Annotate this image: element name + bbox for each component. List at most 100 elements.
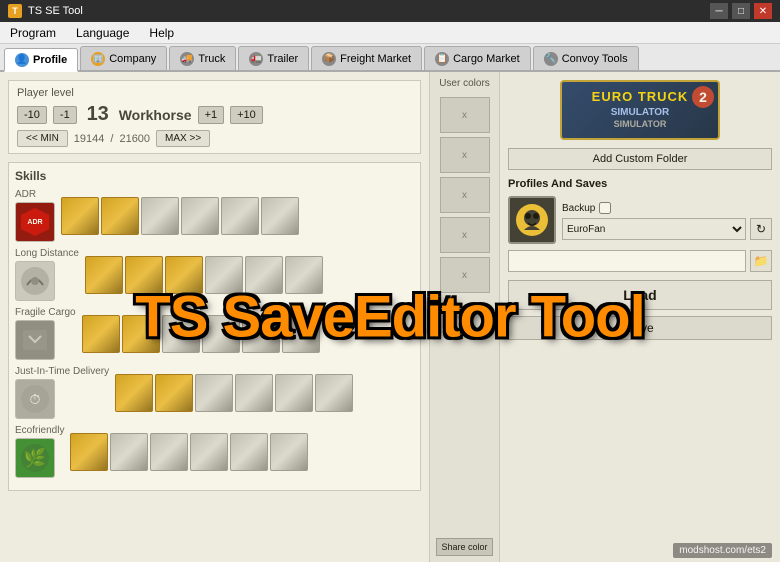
- skill-block: [115, 374, 153, 412]
- profiles-title: Profiles And Saves: [508, 178, 772, 190]
- skill-icon-adr: ADR: [15, 202, 55, 242]
- refresh-button[interactable]: ↻: [750, 218, 772, 240]
- skill-block: [245, 256, 283, 294]
- tab-freight[interactable]: 📦 Freight Market: [311, 46, 422, 70]
- skill-block: [242, 315, 280, 353]
- tab-company-label: Company: [109, 53, 156, 65]
- profile-info: Backup EuroFan ↻: [562, 200, 772, 240]
- skill-blocks-jit-delivery: [115, 374, 353, 412]
- menu-help[interactable]: Help: [145, 24, 178, 42]
- skill-blocks-adr: [61, 197, 299, 235]
- svg-text:⏱: ⏱: [30, 391, 41, 407]
- min-button[interactable]: << MIN: [17, 130, 68, 147]
- color-swatch-1[interactable]: x: [440, 97, 490, 133]
- skill-row-jit-delivery: Just-In-Time Delivery ⏱: [15, 366, 414, 419]
- level-title: Workhorse: [119, 107, 192, 123]
- skill-blocks-long-distance: [85, 256, 323, 294]
- level-display: 13: [83, 103, 113, 126]
- user-colors-panel: User colors x x x x x Share color: [430, 72, 500, 562]
- skill-row-fragile-cargo: Fragile Cargo: [15, 307, 414, 360]
- ets2-line3: SIMULATOR: [592, 119, 689, 131]
- skill-icon-fragile-cargo: [15, 320, 55, 360]
- profile-tab-icon: 👤: [15, 53, 29, 67]
- user-colors-title: User colors: [439, 78, 490, 89]
- ets2-version-badge: 2: [692, 86, 714, 108]
- tab-freight-label: Freight Market: [340, 53, 411, 65]
- tab-company[interactable]: 🏢 Company: [80, 46, 167, 70]
- skill-block: [85, 256, 123, 294]
- xp-separator: /: [110, 133, 113, 145]
- color-swatch-2[interactable]: x: [440, 137, 490, 173]
- level-plus-ten-button[interactable]: +10: [230, 106, 263, 124]
- color-swatch-5[interactable]: x: [440, 257, 490, 293]
- save-button[interactable]: Save: [508, 316, 772, 340]
- skill-icon-jit-delivery: ⏱: [15, 379, 55, 419]
- menu-program[interactable]: Program: [6, 24, 60, 42]
- color-swatch-3[interactable]: x: [440, 177, 490, 213]
- cargo-tab-icon: 📋: [435, 52, 449, 66]
- browse-folder-button[interactable]: 📁: [750, 250, 772, 272]
- level-plus-one-button[interactable]: +1: [198, 106, 225, 124]
- title-bar: T TS SE Tool ─ □ ✕: [0, 0, 780, 22]
- color-action-buttons: Share color: [436, 538, 493, 556]
- profile-thumbnail: [508, 196, 556, 244]
- truck-tab-icon: 🚚: [180, 52, 194, 66]
- backup-checkbox[interactable]: [599, 202, 611, 214]
- convoy-tab-icon: 🔧: [544, 52, 558, 66]
- watermark: modshost.com/ets2: [673, 543, 772, 558]
- load-button[interactable]: Load: [508, 280, 772, 310]
- company-tab-icon: 🏢: [91, 52, 105, 66]
- skill-block: [70, 433, 108, 471]
- main-content: Player level -10 -1 13 Workhorse +1 +10 …: [0, 72, 780, 562]
- skill-row-long-distance: Long Distance: [15, 248, 414, 301]
- skill-icon-eco: 🌿: [15, 438, 55, 478]
- level-minus-ten-button[interactable]: -10: [17, 106, 47, 124]
- skill-block: [122, 315, 160, 353]
- skill-block: [61, 197, 99, 235]
- minimize-button[interactable]: ─: [710, 3, 728, 19]
- add-custom-folder-button[interactable]: Add Custom Folder: [508, 148, 772, 170]
- tab-trailer-label: Trailer: [267, 53, 298, 65]
- skill-block: [205, 256, 243, 294]
- skill-block: [165, 256, 203, 294]
- max-button[interactable]: MAX >>: [156, 130, 210, 147]
- skills-title: Skills: [15, 169, 414, 183]
- color-swatch-4[interactable]: x: [440, 217, 490, 253]
- skill-blocks-fragile-cargo: [82, 315, 320, 353]
- level-minus-one-button[interactable]: -1: [53, 106, 77, 124]
- skill-row-eco: Ecofriendly 🌿: [15, 425, 414, 478]
- maximize-button[interactable]: □: [732, 3, 750, 19]
- skill-block: [282, 315, 320, 353]
- skill-icon-long-distance: [15, 261, 55, 301]
- skill-label-adr: ADR: [15, 189, 55, 200]
- skill-block: [155, 374, 193, 412]
- skill-block: [230, 433, 268, 471]
- app-icon: T: [8, 4, 22, 18]
- skill-block: [150, 433, 188, 471]
- xp-max: 21600: [119, 133, 150, 145]
- folder-path-input[interactable]: [508, 250, 746, 272]
- skill-block: [221, 197, 259, 235]
- skill-block: [202, 315, 240, 353]
- profile-select[interactable]: EuroFan: [562, 218, 746, 240]
- tab-truck-label: Truck: [198, 53, 225, 65]
- close-button[interactable]: ✕: [754, 3, 772, 19]
- ets2-line2: SIMULATOR: [592, 106, 689, 119]
- player-level-label: Player level: [17, 87, 412, 99]
- tab-convoy[interactable]: 🔧 Convoy Tools: [533, 46, 639, 70]
- ets2-logo: EURO TRUCK SIMULATOR SIMULATOR 2: [560, 80, 720, 140]
- left-panel: Player level -10 -1 13 Workhorse +1 +10 …: [0, 72, 430, 562]
- tab-cargo[interactable]: 📋 Cargo Market: [424, 46, 531, 70]
- profile-item: Backup EuroFan ↻: [508, 196, 772, 244]
- tab-convoy-label: Convoy Tools: [562, 53, 628, 65]
- skill-block: [181, 197, 219, 235]
- tab-trailer[interactable]: 🚛 Trailer: [238, 46, 309, 70]
- skill-block: [285, 256, 323, 294]
- skill-label-jit-delivery: Just-In-Time Delivery: [15, 366, 109, 377]
- skill-label-eco: Ecofriendly: [15, 425, 64, 436]
- tab-truck[interactable]: 🚚 Truck: [169, 46, 236, 70]
- tab-profile[interactable]: 👤 Profile: [4, 48, 78, 72]
- share-color-button[interactable]: Share color: [436, 538, 493, 556]
- tab-profile-label: Profile: [33, 54, 67, 66]
- menu-language[interactable]: Language: [72, 24, 133, 42]
